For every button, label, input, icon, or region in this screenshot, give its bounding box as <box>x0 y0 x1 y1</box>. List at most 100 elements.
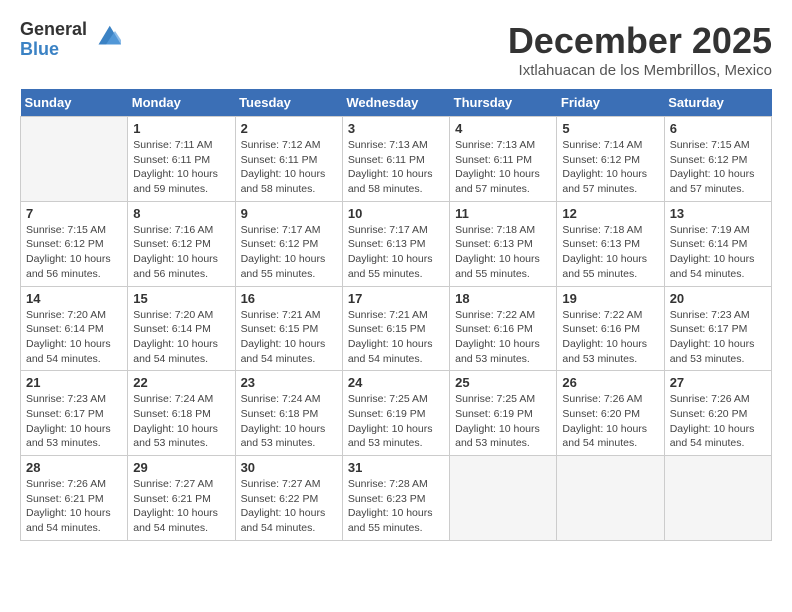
calendar-cell: 29 Sunrise: 7:27 AMSunset: 6:21 PMDaylig… <box>128 456 235 541</box>
day-info: Sunrise: 7:12 AMSunset: 6:11 PMDaylight:… <box>241 138 337 197</box>
weekday-header-tuesday: Tuesday <box>235 89 342 117</box>
day-number: 3 <box>348 121 444 136</box>
calendar-cell: 2 Sunrise: 7:12 AMSunset: 6:11 PMDayligh… <box>235 117 342 202</box>
calendar-cell: 9 Sunrise: 7:17 AMSunset: 6:12 PMDayligh… <box>235 201 342 286</box>
day-number: 5 <box>562 121 658 136</box>
day-number: 1 <box>133 121 229 136</box>
day-info: Sunrise: 7:11 AMSunset: 6:11 PMDaylight:… <box>133 138 229 197</box>
day-info: Sunrise: 7:18 AMSunset: 6:13 PMDaylight:… <box>562 223 658 282</box>
weekday-header-sunday: Sunday <box>21 89 128 117</box>
calendar-cell: 19 Sunrise: 7:22 AMSunset: 6:16 PMDaylig… <box>557 286 664 371</box>
day-number: 18 <box>455 291 551 306</box>
day-info: Sunrise: 7:13 AMSunset: 6:11 PMDaylight:… <box>348 138 444 197</box>
weekday-header-thursday: Thursday <box>450 89 557 117</box>
month-title: December 2025 <box>508 20 772 62</box>
calendar-cell: 18 Sunrise: 7:22 AMSunset: 6:16 PMDaylig… <box>450 286 557 371</box>
day-info: Sunrise: 7:23 AMSunset: 6:17 PMDaylight:… <box>670 308 766 367</box>
day-info: Sunrise: 7:18 AMSunset: 6:13 PMDaylight:… <box>455 223 551 282</box>
calendar-cell: 21 Sunrise: 7:23 AMSunset: 6:17 PMDaylig… <box>21 371 128 456</box>
day-number: 17 <box>348 291 444 306</box>
calendar-week-1: 1 Sunrise: 7:11 AMSunset: 6:11 PMDayligh… <box>21 117 772 202</box>
day-info: Sunrise: 7:20 AMSunset: 6:14 PMDaylight:… <box>133 308 229 367</box>
day-info: Sunrise: 7:25 AMSunset: 6:19 PMDaylight:… <box>348 392 444 451</box>
weekday-header-saturday: Saturday <box>664 89 771 117</box>
day-info: Sunrise: 7:27 AMSunset: 6:21 PMDaylight:… <box>133 477 229 536</box>
title-block: December 2025 Ixtlahuacan de los Membril… <box>508 20 772 79</box>
page-header: General Blue December 2025 Ixtlahuacan d… <box>20 20 772 79</box>
logo-general: General <box>20 20 87 40</box>
calendar-table: SundayMondayTuesdayWednesdayThursdayFrid… <box>20 89 772 541</box>
calendar-cell: 31 Sunrise: 7:28 AMSunset: 6:23 PMDaylig… <box>342 456 449 541</box>
day-number: 15 <box>133 291 229 306</box>
calendar-cell: 11 Sunrise: 7:18 AMSunset: 6:13 PMDaylig… <box>450 201 557 286</box>
calendar-cell: 4 Sunrise: 7:13 AMSunset: 6:11 PMDayligh… <box>450 117 557 202</box>
weekday-header-friday: Friday <box>557 89 664 117</box>
day-number: 22 <box>133 375 229 390</box>
logo-text: General Blue <box>20 20 87 60</box>
calendar-cell: 1 Sunrise: 7:11 AMSunset: 6:11 PMDayligh… <box>128 117 235 202</box>
calendar-cell: 30 Sunrise: 7:27 AMSunset: 6:22 PMDaylig… <box>235 456 342 541</box>
location-subtitle: Ixtlahuacan de los Membrillos, Mexico <box>508 62 772 79</box>
logo-icon <box>91 22 121 52</box>
day-number: 21 <box>26 375 122 390</box>
weekday-header-monday: Monday <box>128 89 235 117</box>
calendar-cell: 13 Sunrise: 7:19 AMSunset: 6:14 PMDaylig… <box>664 201 771 286</box>
day-info: Sunrise: 7:28 AMSunset: 6:23 PMDaylight:… <box>348 477 444 536</box>
calendar-cell: 28 Sunrise: 7:26 AMSunset: 6:21 PMDaylig… <box>21 456 128 541</box>
calendar-cell: 22 Sunrise: 7:24 AMSunset: 6:18 PMDaylig… <box>128 371 235 456</box>
day-info: Sunrise: 7:21 AMSunset: 6:15 PMDaylight:… <box>348 308 444 367</box>
day-number: 2 <box>241 121 337 136</box>
day-number: 10 <box>348 206 444 221</box>
day-number: 26 <box>562 375 658 390</box>
day-info: Sunrise: 7:14 AMSunset: 6:12 PMDaylight:… <box>562 138 658 197</box>
day-number: 13 <box>670 206 766 221</box>
weekday-header-wednesday: Wednesday <box>342 89 449 117</box>
calendar-cell: 25 Sunrise: 7:25 AMSunset: 6:19 PMDaylig… <box>450 371 557 456</box>
day-number: 14 <box>26 291 122 306</box>
day-number: 12 <box>562 206 658 221</box>
day-info: Sunrise: 7:26 AMSunset: 6:20 PMDaylight:… <box>562 392 658 451</box>
calendar-cell: 20 Sunrise: 7:23 AMSunset: 6:17 PMDaylig… <box>664 286 771 371</box>
day-info: Sunrise: 7:23 AMSunset: 6:17 PMDaylight:… <box>26 392 122 451</box>
calendar-cell: 15 Sunrise: 7:20 AMSunset: 6:14 PMDaylig… <box>128 286 235 371</box>
calendar-week-2: 7 Sunrise: 7:15 AMSunset: 6:12 PMDayligh… <box>21 201 772 286</box>
day-info: Sunrise: 7:21 AMSunset: 6:15 PMDaylight:… <box>241 308 337 367</box>
day-number: 29 <box>133 460 229 475</box>
day-info: Sunrise: 7:24 AMSunset: 6:18 PMDaylight:… <box>241 392 337 451</box>
calendar-week-5: 28 Sunrise: 7:26 AMSunset: 6:21 PMDaylig… <box>21 456 772 541</box>
day-info: Sunrise: 7:19 AMSunset: 6:14 PMDaylight:… <box>670 223 766 282</box>
day-number: 6 <box>670 121 766 136</box>
day-info: Sunrise: 7:26 AMSunset: 6:20 PMDaylight:… <box>670 392 766 451</box>
day-number: 16 <box>241 291 337 306</box>
day-number: 11 <box>455 206 551 221</box>
day-info: Sunrise: 7:15 AMSunset: 6:12 PMDaylight:… <box>670 138 766 197</box>
calendar-cell <box>21 117 128 202</box>
calendar-cell: 16 Sunrise: 7:21 AMSunset: 6:15 PMDaylig… <box>235 286 342 371</box>
calendar-cell: 14 Sunrise: 7:20 AMSunset: 6:14 PMDaylig… <box>21 286 128 371</box>
calendar-cell: 8 Sunrise: 7:16 AMSunset: 6:12 PMDayligh… <box>128 201 235 286</box>
calendar-cell <box>557 456 664 541</box>
calendar-header: SundayMondayTuesdayWednesdayThursdayFrid… <box>21 89 772 117</box>
logo-blue: Blue <box>20 40 87 60</box>
calendar-week-3: 14 Sunrise: 7:20 AMSunset: 6:14 PMDaylig… <box>21 286 772 371</box>
day-info: Sunrise: 7:26 AMSunset: 6:21 PMDaylight:… <box>26 477 122 536</box>
day-number: 27 <box>670 375 766 390</box>
day-info: Sunrise: 7:22 AMSunset: 6:16 PMDaylight:… <box>455 308 551 367</box>
calendar-cell <box>450 456 557 541</box>
day-number: 19 <box>562 291 658 306</box>
day-number: 30 <box>241 460 337 475</box>
day-number: 31 <box>348 460 444 475</box>
calendar-cell: 17 Sunrise: 7:21 AMSunset: 6:15 PMDaylig… <box>342 286 449 371</box>
day-number: 8 <box>133 206 229 221</box>
day-number: 24 <box>348 375 444 390</box>
day-number: 25 <box>455 375 551 390</box>
calendar-cell: 26 Sunrise: 7:26 AMSunset: 6:20 PMDaylig… <box>557 371 664 456</box>
calendar-cell: 24 Sunrise: 7:25 AMSunset: 6:19 PMDaylig… <box>342 371 449 456</box>
calendar-cell: 27 Sunrise: 7:26 AMSunset: 6:20 PMDaylig… <box>664 371 771 456</box>
calendar-week-4: 21 Sunrise: 7:23 AMSunset: 6:17 PMDaylig… <box>21 371 772 456</box>
calendar-cell: 10 Sunrise: 7:17 AMSunset: 6:13 PMDaylig… <box>342 201 449 286</box>
day-info: Sunrise: 7:17 AMSunset: 6:13 PMDaylight:… <box>348 223 444 282</box>
day-info: Sunrise: 7:16 AMSunset: 6:12 PMDaylight:… <box>133 223 229 282</box>
day-number: 9 <box>241 206 337 221</box>
day-info: Sunrise: 7:20 AMSunset: 6:14 PMDaylight:… <box>26 308 122 367</box>
